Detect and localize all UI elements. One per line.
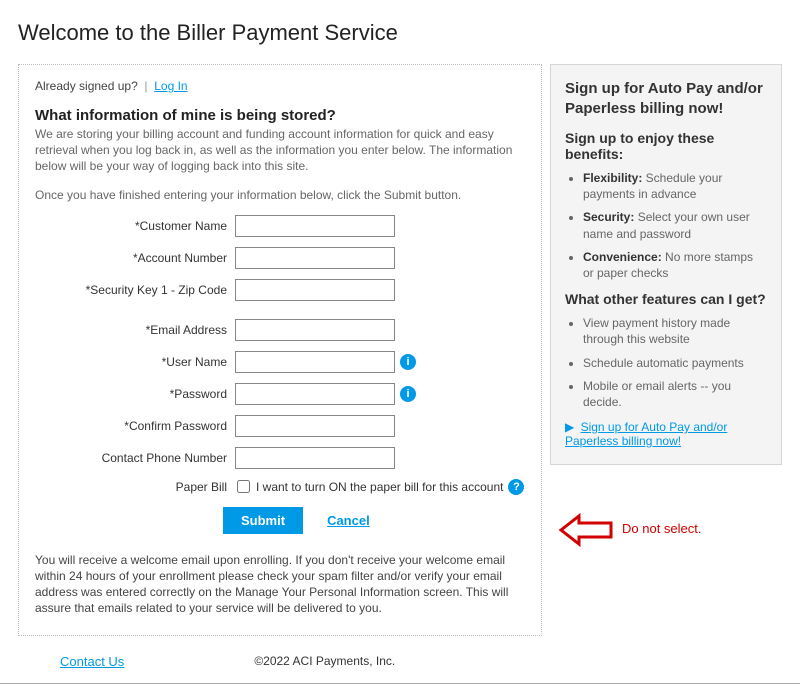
list-item: Security: Select your own user name and … <box>583 209 767 241</box>
benefit-strong: Flexibility: <box>583 171 642 185</box>
phone-input[interactable] <box>235 447 395 469</box>
footer: Contact Us ©2022 ACI Payments, Inc. <box>0 636 800 684</box>
disclaimer-text: You will receive a welcome email upon en… <box>35 552 525 617</box>
info-heading: What information of mine is being stored… <box>35 107 525 124</box>
cancel-link[interactable]: Cancel <box>327 513 370 528</box>
paperbill-text: I want to turn ON the paper bill for thi… <box>256 480 503 494</box>
login-link[interactable]: Log In <box>154 79 187 93</box>
email-input[interactable] <box>235 319 395 341</box>
benefits-list: Flexibility: Schedule your payments in a… <box>565 170 767 281</box>
info-icon[interactable]: i <box>400 354 416 370</box>
signup-link[interactable]: Sign up for Auto Pay and/or Paperless bi… <box>565 420 727 448</box>
username-label: *User Name <box>35 355 235 369</box>
help-icon[interactable]: ? <box>508 479 524 495</box>
submit-button[interactable]: Submit <box>223 507 303 534</box>
security-key-label: *Security Key 1 - Zip Code <box>35 283 235 297</box>
login-line: Already signed up? | Log In <box>35 79 525 93</box>
list-item: Flexibility: Schedule your payments in a… <box>583 170 767 202</box>
paperbill-label: Paper Bill <box>35 480 235 494</box>
list-item: Convenience: No more stamps or paper che… <box>583 249 767 281</box>
sidebar: Sign up for Auto Pay and/or Paperless bi… <box>550 64 782 465</box>
info-block: What information of mine is being stored… <box>35 107 525 203</box>
security-key-input[interactable] <box>235 279 395 301</box>
sidebar-heading: Sign up for Auto Pay and/or Paperless bi… <box>565 79 767 118</box>
contact-us-link[interactable]: Contact Us <box>60 654 124 669</box>
email-label: *Email Address <box>35 323 235 337</box>
features-heading: What other features can I get? <box>565 291 767 307</box>
annotation-text: Do not select. <box>622 521 702 536</box>
page-title: Welcome to the Biller Payment Service <box>18 20 800 46</box>
list-item: Mobile or email alerts -- you decide. <box>583 378 767 410</box>
confirm-password-label: *Confirm Password <box>35 419 235 433</box>
password-label: *Password <box>35 387 235 401</box>
account-number-input[interactable] <box>235 247 395 269</box>
login-separator: | <box>144 79 147 93</box>
features-list: View payment history made through this w… <box>565 315 767 410</box>
customer-name-input[interactable] <box>235 215 395 237</box>
username-input[interactable] <box>235 351 395 373</box>
list-item: Schedule automatic payments <box>583 355 767 371</box>
phone-label: Contact Phone Number <box>35 451 235 465</box>
already-signed-up-text: Already signed up? <box>35 79 138 93</box>
info-instruction: Once you have finished entering your inf… <box>35 187 525 203</box>
info-body: We are storing your billing account and … <box>35 126 525 175</box>
benefit-strong: Convenience: <box>583 250 662 264</box>
benefits-heading: Sign up to enjoy these benefits: <box>565 130 767 162</box>
info-icon[interactable]: i <box>400 386 416 402</box>
account-number-label: *Account Number <box>35 251 235 265</box>
copyright-text: ©2022 ACI Payments, Inc. <box>254 654 395 668</box>
signup-link-row: ▶ Sign up for Auto Pay and/or Paperless … <box>565 420 767 448</box>
main-panel: Already signed up? | Log In What informa… <box>18 64 542 636</box>
confirm-password-input[interactable] <box>235 415 395 437</box>
list-item: View payment history made through this w… <box>583 315 767 347</box>
password-input[interactable] <box>235 383 395 405</box>
benefit-strong: Security: <box>583 210 634 224</box>
customer-name-label: *Customer Name <box>35 219 235 233</box>
triangle-icon: ▶ <box>565 420 574 434</box>
paperbill-checkbox[interactable] <box>237 480 250 493</box>
